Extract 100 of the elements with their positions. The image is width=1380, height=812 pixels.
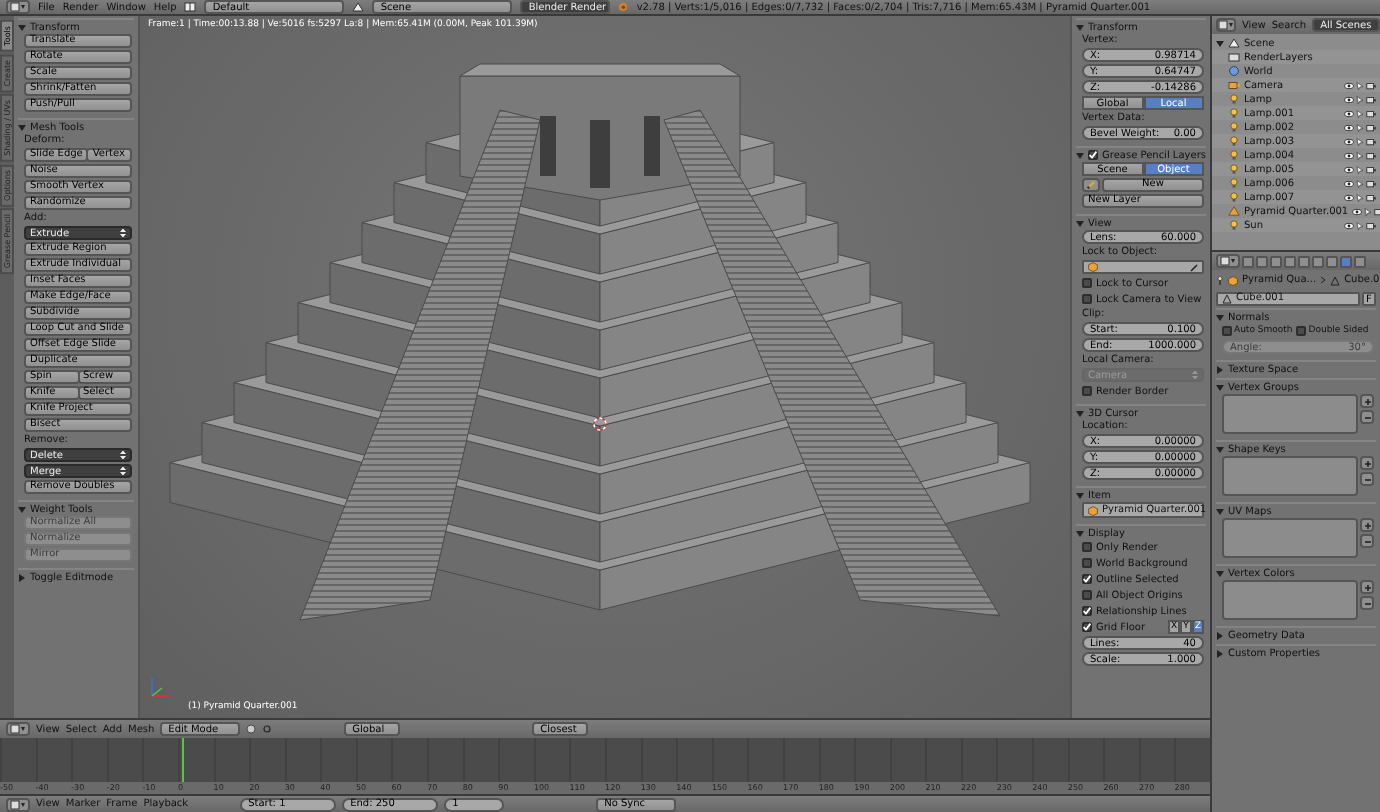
lightbulb-icon (1228, 136, 1240, 146)
updown-arrow-icon (120, 450, 126, 460)
plus-icon (1363, 583, 1371, 591)
editor-type-button[interactable] (1216, 18, 1236, 32)
lightbulb-icon (1228, 192, 1240, 202)
list-box[interactable] (1222, 518, 1358, 558)
camera-icon[interactable] (1366, 123, 1376, 131)
camera-icon[interactable] (1366, 193, 1376, 201)
editor-type-button[interactable] (1216, 254, 1240, 268)
shading-sphere-icon[interactable] (246, 724, 257, 734)
minus-button[interactable] (1360, 410, 1374, 424)
disclosure-triangle-icon[interactable] (1216, 39, 1224, 47)
disclosure-triangle-icon[interactable] (1216, 631, 1224, 639)
checkbox[interactable] (1082, 542, 1092, 552)
camera-icon[interactable] (1366, 95, 1376, 103)
disclosure-triangle-icon[interactable] (1076, 219, 1084, 227)
disclosure-triangle-icon[interactable] (1216, 383, 1224, 391)
checkbox[interactable] (1082, 590, 1092, 600)
editor-type-button[interactable] (6, 0, 30, 14)
lightbulb-icon (1228, 94, 1240, 104)
camera-icon[interactable] (1366, 165, 1376, 173)
current-frame-line[interactable] (181, 738, 184, 782)
plus-icon (1363, 521, 1371, 529)
mesh-data-icon (1222, 293, 1232, 303)
lightbulb-icon (1228, 150, 1240, 160)
disclosure-triangle-icon[interactable] (1216, 313, 1224, 321)
mesh-triangle-icon (1228, 206, 1240, 216)
disclosure-triangle-icon[interactable] (1076, 409, 1084, 417)
object-field[interactable] (1082, 260, 1204, 274)
list-box[interactable] (1222, 394, 1358, 434)
lightbulb-icon (1228, 122, 1240, 132)
disclosure-triangle-icon[interactable] (18, 23, 26, 31)
editor-type-button[interactable] (6, 797, 30, 811)
eye-icon[interactable] (1344, 179, 1354, 187)
disclosure-triangle-icon[interactable] (18, 123, 26, 131)
disclosure-triangle-icon[interactable] (1076, 23, 1084, 31)
updown-arrow-icon (120, 228, 126, 238)
lightbulb-icon (1228, 220, 1240, 230)
minus-icon (1363, 599, 1371, 607)
camera-icon[interactable] (1366, 137, 1376, 145)
updown-arrow-icon (120, 466, 126, 476)
lightbulb-icon (1228, 164, 1240, 174)
checkbox[interactable] (1082, 574, 1092, 584)
plus-button[interactable] (1360, 456, 1374, 470)
checkbox[interactable] (1296, 326, 1307, 336)
pin-icon[interactable] (1216, 275, 1224, 285)
list-box[interactable] (1222, 580, 1358, 620)
eye-icon[interactable] (1344, 193, 1354, 201)
plus-button[interactable] (1360, 580, 1374, 594)
disclosure-triangle-icon[interactable] (1216, 507, 1224, 515)
disclosure-triangle-icon[interactable] (18, 505, 26, 513)
disclosure-triangle-icon[interactable] (1216, 365, 1224, 373)
minus-button[interactable] (1360, 596, 1374, 610)
camera-icon[interactable] (1366, 221, 1376, 229)
plus-button[interactable] (1360, 394, 1374, 408)
editor-type-button[interactable] (6, 722, 30, 736)
checkbox[interactable] (1082, 294, 1092, 304)
minus-button[interactable] (1360, 472, 1374, 486)
blender-logo-icon (618, 2, 629, 12)
disclosure-triangle-icon[interactable] (1216, 445, 1224, 453)
world-icon (1228, 66, 1240, 76)
checkbox[interactable] (1082, 622, 1092, 632)
disclosure-triangle-icon[interactable] (1076, 151, 1084, 159)
eye-icon[interactable] (1352, 207, 1363, 215)
camera-icon[interactable] (1366, 109, 1376, 117)
eye-icon[interactable] (1344, 151, 1354, 159)
list-box[interactable] (1222, 456, 1358, 496)
axis-gizmo-icon (146, 674, 174, 702)
pivot-point-icon[interactable] (262, 724, 273, 734)
eye-icon[interactable] (1344, 221, 1354, 229)
eye-icon[interactable] (1344, 109, 1354, 117)
checkbox[interactable] (1082, 606, 1092, 616)
screen-layout-icon[interactable] (184, 2, 197, 12)
plus-icon (1363, 459, 1371, 467)
minus-icon (1363, 537, 1371, 545)
camera-icon[interactable] (1366, 81, 1376, 89)
camera-icon[interactable] (1366, 179, 1376, 187)
pencil-icon-button[interactable] (1082, 178, 1100, 192)
minus-icon (1363, 475, 1371, 483)
eye-icon[interactable] (1344, 95, 1354, 103)
disclosure-triangle-icon[interactable] (1216, 649, 1224, 657)
disclosure-triangle-icon[interactable] (18, 573, 26, 581)
scene-icon[interactable] (352, 2, 365, 12)
checkbox[interactable] (1088, 150, 1098, 160)
plus-icon (1363, 397, 1371, 405)
disclosure-triangle-icon[interactable] (1076, 529, 1084, 537)
checkbox[interactable] (1082, 278, 1092, 288)
disclosure-triangle-icon[interactable] (1076, 491, 1084, 499)
plus-button[interactable] (1360, 518, 1374, 532)
disclosure-triangle-icon[interactable] (1216, 569, 1224, 577)
eye-icon[interactable] (1344, 123, 1354, 131)
eye-icon[interactable] (1344, 81, 1354, 89)
eye-icon[interactable] (1344, 165, 1354, 173)
checkbox[interactable] (1222, 326, 1232, 336)
camera-icon[interactable] (1366, 151, 1376, 159)
mesh-data-icon (1330, 275, 1341, 285)
checkbox[interactable] (1082, 558, 1092, 568)
minus-button[interactable] (1360, 534, 1374, 548)
eye-icon[interactable] (1344, 137, 1354, 145)
checkbox[interactable] (1082, 386, 1092, 396)
